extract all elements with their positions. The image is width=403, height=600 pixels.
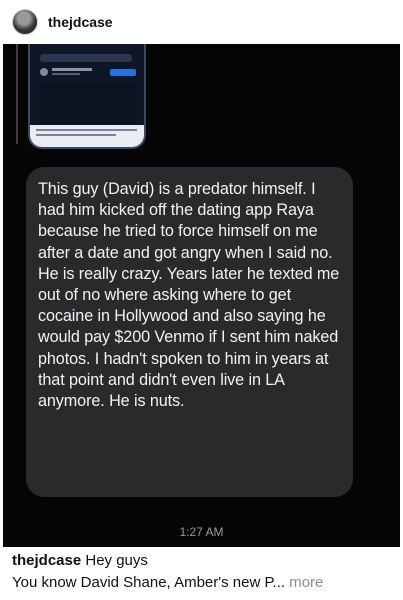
thread-line [16, 44, 18, 144]
post-username[interactable]: thejdcase [48, 14, 113, 30]
caption-first-line: thejdcase Hey guys [12, 551, 391, 571]
post-header: thejdcase [0, 0, 403, 44]
more-link[interactable]: more [289, 574, 323, 591]
mini-avatar [40, 68, 48, 76]
caption-text-line1: Hey guys [85, 552, 148, 569]
mini-name-line [52, 68, 92, 71]
mini-content-area [40, 84, 136, 124]
message-timestamp: 1:27 AM [179, 525, 224, 539]
post-caption: thejdcase Hey guys You know David Shane,… [0, 551, 403, 600]
mini-banner [30, 125, 144, 147]
caption-second-line: You know David Shane, Amber's new P... m… [12, 573, 391, 593]
caption-username[interactable]: thejdcase [12, 552, 81, 569]
mini-search-bar [40, 54, 132, 62]
embedded-phone-screenshot [28, 44, 146, 149]
mini-subtitle-line [52, 73, 80, 75]
screenshot-image: This guy (David) is a predator himself. … [3, 44, 400, 547]
message-bubble: This guy (David) is a predator himself. … [26, 167, 353, 497]
caption-text-line2: You know David Shane, Amber's new P... [12, 574, 286, 591]
avatar[interactable] [12, 9, 38, 35]
mini-follow-button [110, 69, 136, 76]
